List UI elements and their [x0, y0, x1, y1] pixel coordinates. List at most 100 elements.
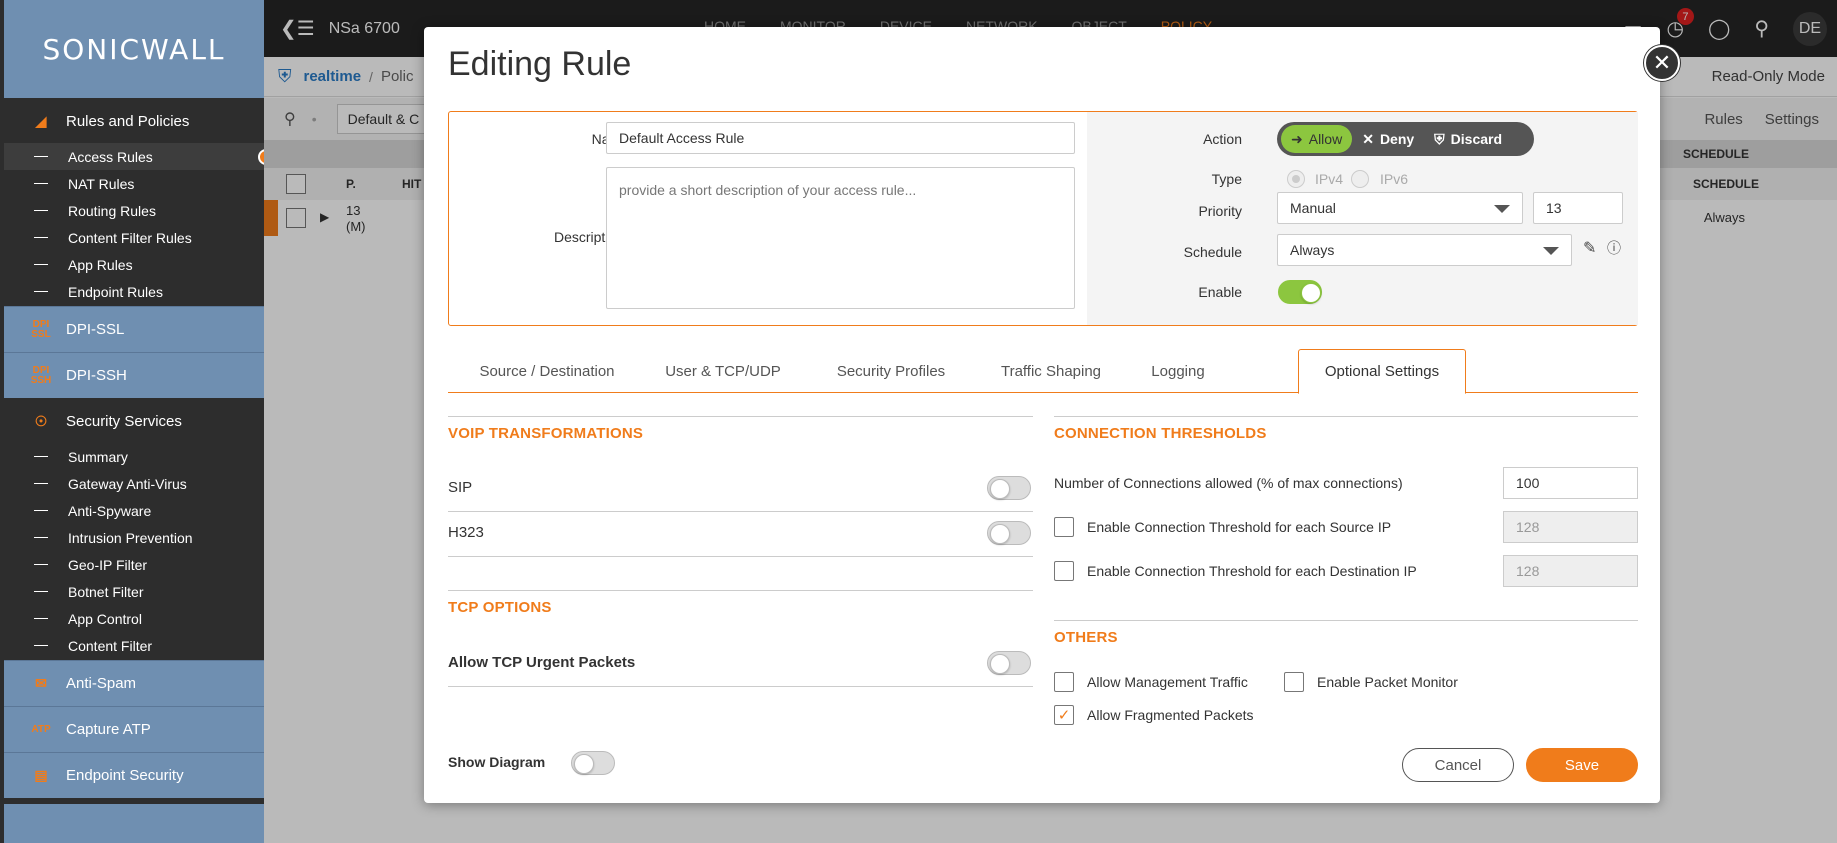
action-selector: ➜ Allow ✕ Deny ⛨ Discard [1277, 122, 1534, 156]
dest-ip-threshold-field[interactable]: 128 [1503, 555, 1638, 587]
sidebar-item-anti-spyware[interactable]: Anti-Spyware [4, 497, 264, 524]
enable-toggle[interactable] [1278, 280, 1322, 304]
sidebar-item-label: Geo-IP Filter [68, 556, 148, 573]
sidebar-item-label: Anti-Spyware [68, 502, 152, 519]
sidebar-section-anti-spam[interactable]: ✉ Anti-Spam [4, 660, 264, 706]
packet-monitor-label: Enable Packet Monitor [1317, 674, 1458, 690]
tab-traffic-shaping[interactable]: Traffic Shaping [986, 349, 1116, 393]
action-allow-label: Allow [1308, 131, 1343, 147]
sidebar-item-label: Routing Rules [68, 202, 156, 219]
sidebar-item-label: App Rules [68, 256, 133, 273]
action-discard-button[interactable]: ⛨ Discard [1424, 125, 1512, 153]
sidebar-item-routing-rules[interactable]: Routing Rules [4, 197, 264, 224]
others-heading: OTHERS [1054, 629, 1118, 646]
close-icon: ✕ [1652, 50, 1672, 75]
sidebar-item-access-rules[interactable]: Access Rules [4, 143, 274, 170]
sidebar-item-content-filter[interactable]: Content Filter [4, 632, 264, 659]
fragmented-packets-checkbox[interactable]: ✓ [1054, 705, 1074, 725]
divider [1054, 416, 1638, 417]
anti-spam-icon: ✉ [35, 675, 47, 691]
priority-value-field[interactable]: 13 [1533, 192, 1623, 224]
divider [448, 686, 1033, 687]
packet-monitor-checkbox[interactable] [1284, 672, 1304, 692]
dest-ip-threshold-label: Enable Connection Threshold for each Des… [1087, 563, 1417, 579]
sip-toggle[interactable] [987, 476, 1031, 500]
tab-security-profiles[interactable]: Security Profiles [816, 349, 966, 393]
priority-mode-select[interactable]: Manual [1277, 192, 1523, 224]
h323-toggle[interactable] [987, 521, 1031, 545]
action-deny-button[interactable]: ✕ Deny [1352, 125, 1424, 153]
sidebar-item-nat-rules[interactable]: NAT Rules [4, 170, 264, 197]
discard-shield-icon: ⛨ [1434, 130, 1445, 147]
show-diagram-toggle[interactable] [571, 751, 615, 775]
cancel-button[interactable]: Cancel [1402, 748, 1514, 782]
sidebar-item-intrusion-prevention[interactable]: Intrusion Prevention [4, 524, 264, 551]
source-ip-threshold-field[interactable]: 128 [1503, 511, 1638, 543]
action-allow-button[interactable]: ➜ Allow [1281, 125, 1353, 153]
sidebar-section-label: Rules and Policies [66, 112, 190, 130]
sidebar: SONICWALL ◢ Rules and Policies Access Ru… [0, 0, 274, 843]
source-ip-threshold-checkbox[interactable] [1054, 517, 1074, 537]
sidebar-section-capture-atp[interactable]: ATP Capture ATP [4, 706, 264, 752]
rule-options-panel: Action ➜ Allow ✕ Deny ⛨ Discard Type IPv4 I… [1087, 112, 1638, 325]
sip-label: SIP [448, 479, 473, 496]
sidebar-section-security-services[interactable]: ☉ Security Services [4, 399, 264, 443]
save-button[interactable]: Save [1526, 748, 1638, 782]
sidebar-item-gateway-anti-virus[interactable]: Gateway Anti-Virus [4, 470, 264, 497]
mgmt-traffic-checkbox[interactable] [1054, 672, 1074, 692]
sidebar-section-rules[interactable]: ◢ Rules and Policies [4, 100, 264, 142]
sidebar-section-dpi-ssl[interactable]: DPI SSL DPI-SSL [4, 306, 264, 352]
divider [1054, 620, 1638, 621]
tab-optional-settings[interactable]: Optional Settings [1298, 349, 1466, 394]
info-icon[interactable]: ⓘ [1607, 238, 1621, 258]
sidebar-item-botnet-filter[interactable]: Botnet Filter [4, 578, 264, 605]
priority-mode-value: Manual [1290, 200, 1336, 216]
priority-label: Priority [1198, 203, 1242, 219]
description-field[interactable]: provide a short description of your acce… [606, 167, 1075, 309]
schedule-label: Schedule [1183, 244, 1242, 260]
max-connections-field[interactable]: 100 [1503, 467, 1638, 499]
sidebar-section-label: DPI-SSL [66, 321, 125, 338]
sidebar-item-endpoint-rules[interactable]: Endpoint Rules [4, 278, 264, 305]
divider [448, 511, 1033, 512]
tab-logging[interactable]: Logging [1138, 349, 1218, 393]
source-ip-threshold-label: Enable Connection Threshold for each Sou… [1087, 519, 1392, 535]
sidebar-item-label: App Control [68, 610, 142, 627]
sidebar-item-content-filter-rules[interactable]: Content Filter Rules [4, 224, 264, 251]
sidebar-footer [4, 804, 264, 843]
tcp-urgent-toggle[interactable] [987, 651, 1031, 675]
editing-rule-dialog: Editing Rule ✕ Name Default Access Rule … [424, 27, 1680, 803]
sidebar-item-app-rules[interactable]: App Rules [4, 251, 264, 278]
sidebar-item-label: Content Filter [68, 637, 153, 654]
schedule-select[interactable]: Always [1277, 234, 1572, 266]
name-field[interactable]: Default Access Rule [606, 122, 1075, 154]
sidebar-section-dpi-ssh[interactable]: DPI SSH DPI-SSH [4, 352, 264, 398]
sidebar-item-label: Intrusion Prevention [68, 529, 193, 546]
tab-user-tcp-udp[interactable]: User & TCP/UDP [648, 349, 798, 393]
action-deny-label: Deny [1379, 131, 1415, 147]
deny-x-icon: ✕ [1362, 130, 1374, 147]
close-button[interactable]: ✕ [1644, 45, 1680, 81]
sidebar-item-geo-ip-filter[interactable]: Geo-IP Filter [4, 551, 264, 578]
sidebar-section-label: Anti-Spam [66, 675, 137, 692]
sidebar-item-label: Summary [68, 448, 128, 465]
type-ipv6-radio[interactable] [1351, 170, 1369, 188]
type-ipv4-label: IPv4 [1315, 171, 1344, 187]
sidebar-section-endpoint-security[interactable]: ▤ Endpoint Security [4, 752, 264, 798]
sidebar-item-label: NAT Rules [68, 175, 135, 192]
rules-icon: ◢ [35, 112, 47, 129]
edit-pencil-icon[interactable]: ✎ [1583, 238, 1596, 258]
connection-thresholds-heading: CONNECTION THRESHOLDS [1054, 425, 1267, 442]
dest-ip-threshold-checkbox[interactable] [1054, 561, 1074, 581]
sidebar-item-summary[interactable]: Summary [4, 443, 264, 470]
divider [448, 590, 1033, 591]
fragmented-packets-label: Allow Fragmented Packets [1087, 707, 1254, 723]
type-ipv4-radio[interactable] [1287, 170, 1305, 188]
sidebar-item-app-control[interactable]: App Control [4, 605, 264, 632]
tab-source-destination[interactable]: Source / Destination [472, 349, 622, 393]
brand-text: SONICWALL [42, 32, 226, 66]
sonicwall-logo: SONICWALL [4, 0, 264, 98]
chevron-down-icon [1494, 205, 1510, 213]
h323-label: H323 [448, 524, 484, 541]
general-settings: Name Default Access Rule Description pro… [448, 111, 1638, 326]
